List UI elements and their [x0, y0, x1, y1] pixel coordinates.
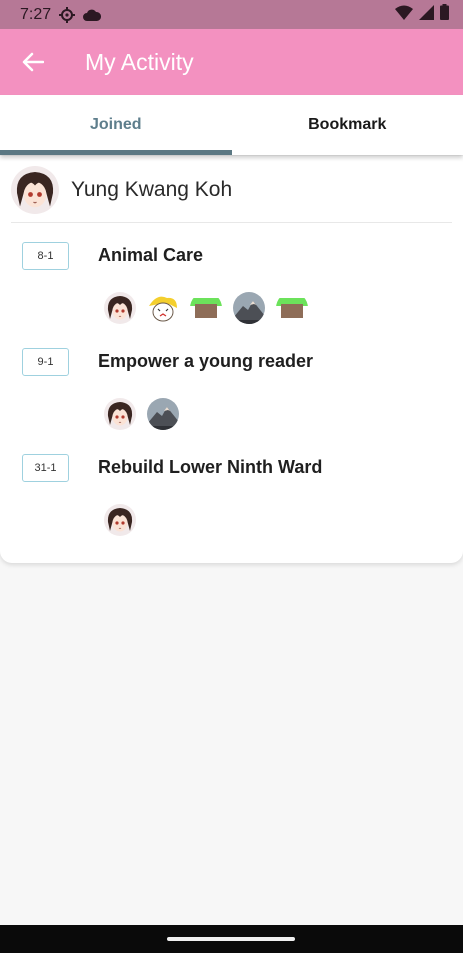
activity-title: Animal Care [98, 245, 204, 265]
tab-joined[interactable]: Joined [0, 95, 232, 155]
activity-card: Yung Kwang Koh 8-1 Animal Care 9-1 Empow… [0, 156, 463, 563]
participant-avatar[interactable] [276, 292, 308, 324]
participant-avatar[interactable] [233, 292, 265, 324]
activity-item[interactable]: 31-1 Rebuild Lower Ninth Ward [0, 454, 463, 560]
settings-status-icon [59, 6, 76, 23]
status-time: 7:27 [20, 5, 52, 23]
activity-item[interactable]: 9-1 Empower a young reader [0, 348, 463, 454]
arrow-left-icon [22, 52, 44, 72]
participant-avatar[interactable] [104, 292, 136, 324]
participant-avatar[interactable] [147, 398, 179, 430]
wifi-icon [395, 5, 413, 25]
divider [11, 222, 452, 223]
activity-title: Empower a young reader [98, 351, 314, 371]
activity-item[interactable]: 8-1 Animal Care [0, 242, 463, 348]
participant-avatar[interactable] [190, 292, 222, 324]
participant-avatar[interactable] [147, 292, 179, 324]
page-title: My Activity [85, 48, 194, 75]
navigation-bar [0, 925, 463, 953]
date-badge: 31-1 [22, 454, 69, 482]
tab-bar: Joined Bookmark [0, 95, 463, 155]
participant-avatar[interactable] [104, 504, 136, 536]
back-button[interactable] [0, 29, 66, 95]
cloud-status-icon [83, 9, 102, 21]
app-bar: My Activity [0, 29, 463, 95]
date-badge: 9-1 [22, 348, 69, 376]
user-header[interactable]: Yung Kwang Koh [0, 156, 463, 223]
participant-avatars [104, 398, 179, 430]
tab-bookmark[interactable]: Bookmark [232, 95, 463, 155]
participant-avatars [104, 292, 308, 324]
participant-avatars [104, 504, 136, 536]
battery-icon [440, 4, 449, 25]
participant-avatar[interactable] [104, 398, 136, 430]
home-indicator[interactable] [167, 937, 295, 941]
status-bar: 7:27 [0, 0, 463, 29]
activity-title: Rebuild Lower Ninth Ward [98, 457, 323, 477]
signal-icon [419, 4, 434, 25]
date-badge: 8-1 [22, 242, 69, 270]
user-avatar [11, 166, 59, 214]
user-name: Yung Kwang Koh [71, 177, 233, 201]
